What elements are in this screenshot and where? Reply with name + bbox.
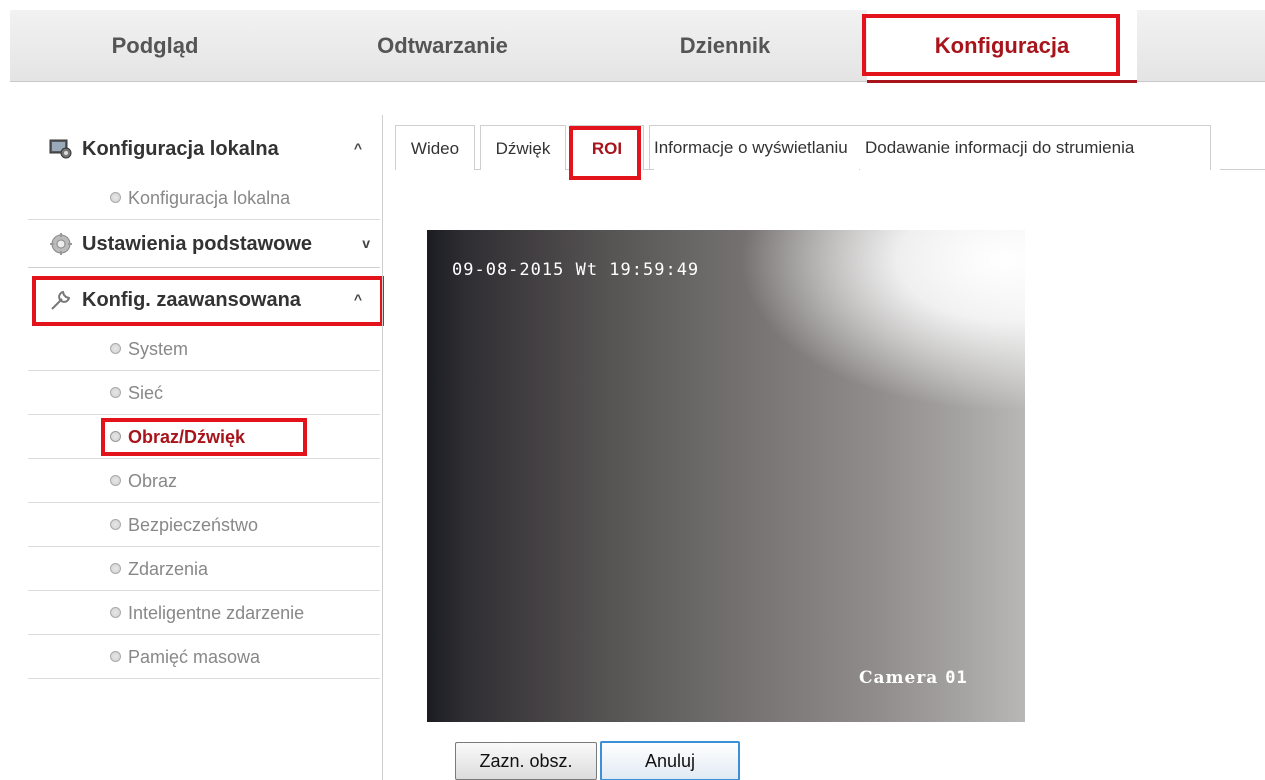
tab-dzwiek[interactable]: Dźwięk [480, 125, 566, 170]
bullet-icon [110, 343, 121, 354]
tab-odtwarzanie[interactable]: Odtwarzanie [300, 10, 585, 82]
chevron-up-icon[interactable]: ^ [354, 291, 362, 307]
sidebar-section-basic-settings[interactable]: Ustawienia podstawowe v [28, 222, 380, 266]
sidebar-border [382, 115, 383, 780]
sidebar-section-label: Konfig. zaawansowana [82, 288, 301, 311]
sidebar-item-label: Obraz [128, 471, 178, 491]
bullet-icon [110, 563, 121, 574]
sidebar-section-label: Konfiguracja lokalna [82, 137, 279, 160]
local-config-icon [48, 136, 74, 162]
sidebar-item-bezpieczenstwo[interactable]: Bezpieczeństwo [28, 503, 380, 547]
cancel-button[interactable]: Anuluj [600, 741, 740, 780]
tab-dodawanie-informacji[interactable]: Dodawanie informacji do strumienia [860, 125, 1220, 170]
gear-icon [48, 231, 74, 257]
content-tabs: Wideo Dźwięk ROI Informacje o wyświetlan… [395, 125, 1265, 170]
bullet-icon [110, 475, 121, 486]
sidebar-item-inteligentne-zdarzenie[interactable]: Inteligentne zdarzenie [28, 591, 380, 635]
bullet-icon [110, 607, 121, 618]
top-navigation: Podgląd Odtwarzanie Dziennik Konfiguracj… [10, 10, 1265, 83]
tab-wideo[interactable]: Wideo [395, 125, 475, 170]
tab-informacje-o-wyswietlaniu[interactable]: Informacje o wyświetlaniu [654, 125, 859, 170]
tab-konfiguracja[interactable]: Konfiguracja [867, 10, 1137, 83]
divider [28, 267, 380, 268]
sidebar-item-label: Zdarzenia [128, 559, 209, 579]
sidebar-item-zdarzenia[interactable]: Zdarzenia [28, 547, 380, 591]
wrench-icon [48, 287, 74, 313]
sidebar-item-konfiguracja-lokalna[interactable]: Konfiguracja lokalna [28, 176, 380, 220]
sidebar-item-pamiec-masowa[interactable]: Pamięć masowa [28, 635, 380, 679]
sidebar-item-siec[interactable]: Sieć [28, 371, 380, 415]
sidebar-item-system[interactable]: System [28, 327, 380, 371]
sidebar-item-label: Sieć [128, 383, 164, 403]
tab-dziennik[interactable]: Dziennik [585, 10, 865, 82]
chevron-down-icon[interactable]: v [362, 235, 370, 251]
sidebar-item-label: Inteligentne zdarzenie [128, 603, 305, 623]
osd-camera-num: 01 [945, 668, 968, 688]
tab-podglad[interactable]: Podgląd [10, 10, 300, 82]
bullet-icon [110, 387, 121, 398]
sidebar-section-local-config[interactable]: Konfiguracja lokalna ^ [28, 127, 380, 171]
osd-camera-label: Camera 01 [859, 668, 968, 688]
sidebar-item-obraz-dzwiek[interactable]: Obraz/Dźwięk [28, 415, 380, 459]
bullet-icon [110, 519, 121, 530]
sidebar-item-label: System [128, 339, 189, 359]
bullet-icon [110, 192, 121, 203]
osd-camera-prefix: Camera [859, 668, 939, 688]
video-preview[interactable]: 09-08-2015 Wt 19:59:49 Camera 01 [427, 230, 1025, 722]
bullet-icon [110, 651, 121, 662]
chevron-up-icon[interactable]: ^ [354, 140, 362, 156]
osd-datetime: 09-08-2015 Wt 19:59:49 [452, 260, 700, 280]
sidebar-item-label: Konfiguracja lokalna [128, 188, 291, 208]
sidebar-item-label: Bezpieczeństwo [128, 515, 259, 535]
sidebar-item-label: Pamięć masowa [128, 647, 261, 667]
sidebar-section-advanced-config[interactable]: Konfig. zaawansowana ^ [28, 278, 380, 322]
bullet-icon [110, 431, 121, 442]
sidebar-section-label: Ustawienia podstawowe [82, 232, 313, 255]
tab-roi[interactable]: ROI [570, 125, 644, 170]
draw-area-button[interactable]: Zazn. obsz. [455, 742, 597, 780]
sidebar-item-obraz[interactable]: Obraz [28, 459, 380, 503]
sidebar-item-label: Obraz/Dźwięk [128, 427, 246, 447]
